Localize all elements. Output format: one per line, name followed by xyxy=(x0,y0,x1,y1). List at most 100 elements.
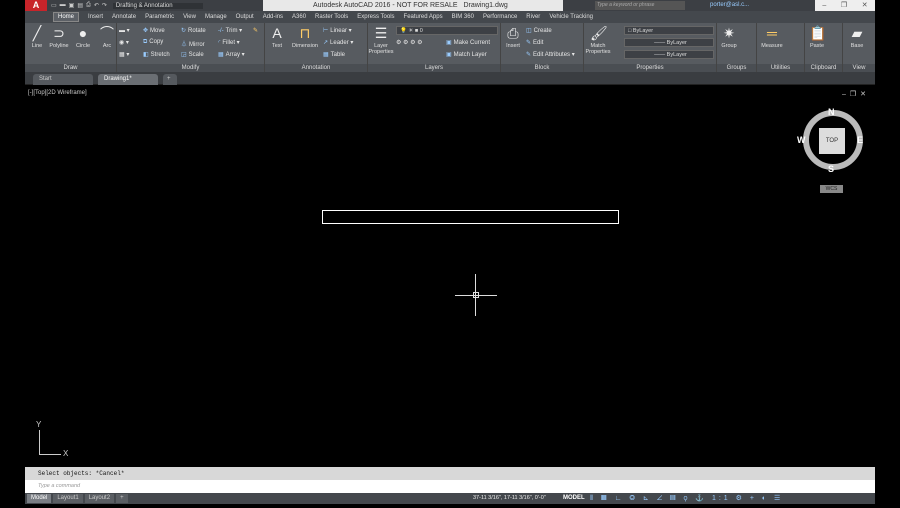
command-line[interactable]: Select objects: *Cancel* Type a command xyxy=(25,467,875,493)
new-icon[interactable]: ▭ xyxy=(51,2,57,9)
tab-vehicle-tracking[interactable]: Vehicle Tracking xyxy=(549,14,593,20)
layer-tools-row[interactable]: ⚙ ⚙ ⚙ ⚙ xyxy=(396,39,423,46)
fillet-button[interactable]: ◜ Fillet ▾ xyxy=(218,39,240,46)
drawn-rectangle[interactable] xyxy=(322,210,619,224)
trim-button[interactable]: -/- Trim ▾ xyxy=(218,27,242,34)
search-input[interactable]: Type a keyword or phrase xyxy=(595,1,685,10)
close-icon[interactable]: ✕ xyxy=(862,0,868,11)
text-button[interactable]: A Text xyxy=(265,25,289,49)
draw-panel-title[interactable]: Draw xyxy=(25,64,116,72)
command-input[interactable]: Type a command xyxy=(25,480,875,493)
annotation-scale[interactable]: 1:1 xyxy=(712,495,731,502)
tab-performance[interactable]: Performance xyxy=(483,14,517,20)
edit-block-button[interactable]: ✎ Edit xyxy=(526,39,543,46)
hatch-button[interactable]: ◉ ▾ xyxy=(119,39,129,46)
tab-raster-tools[interactable]: Raster Tools xyxy=(315,14,348,20)
tab-home[interactable]: Home xyxy=(53,12,80,22)
tab-annotate[interactable]: Annotate xyxy=(112,14,136,20)
undo-icon[interactable]: ↶ xyxy=(94,2,99,9)
color-dropdown[interactable]: □ ByLayer xyxy=(624,26,714,35)
circle-button[interactable]: ● Circle xyxy=(71,25,95,49)
compass-east[interactable]: E xyxy=(857,135,863,145)
annotation-panel-title[interactable]: Annotation xyxy=(265,64,367,72)
rectangle-button[interactable]: ▬ ▾ xyxy=(119,27,130,34)
make-current-button[interactable]: ▣ Make Current xyxy=(446,39,490,46)
tab-river[interactable]: River xyxy=(526,14,540,20)
copy-button[interactable]: ⧉ Copy xyxy=(143,39,163,46)
move-button[interactable]: ✥ Move xyxy=(143,27,165,34)
compass-south[interactable]: S xyxy=(828,164,834,174)
block-panel-title[interactable]: Block xyxy=(501,64,583,72)
layout-tab-layout1[interactable]: Layout1 xyxy=(53,494,83,503)
properties-panel-title[interactable]: Properties xyxy=(584,64,716,72)
scale-button[interactable]: ◲ Scale xyxy=(181,51,204,58)
rotate-button[interactable]: ↻ Rotate xyxy=(181,27,206,34)
redo-icon[interactable]: ↷ xyxy=(102,2,107,9)
tab-bim360[interactable]: BIM 360 xyxy=(452,14,474,20)
linetype-dropdown[interactable]: —— ByLayer xyxy=(624,38,714,47)
minimize-icon[interactable]: – xyxy=(822,0,826,11)
workspace-select[interactable]: Drafting & Annotation xyxy=(112,2,203,9)
tab-manage[interactable]: Manage xyxy=(205,14,227,20)
match-layer-button[interactable]: ▣ Match Layer xyxy=(446,51,487,58)
base-button[interactable]: ▰ Base xyxy=(845,25,869,49)
insert-button[interactable]: ⎙ Insert xyxy=(501,25,525,49)
tab-featured-apps[interactable]: Featured Apps xyxy=(404,14,443,20)
erase-icon[interactable]: ✎ xyxy=(253,27,258,34)
group-button[interactable]: ✷ Group xyxy=(717,25,741,49)
add-layout-button[interactable]: + xyxy=(116,494,128,503)
viewport-controls-label[interactable]: [-][Top][2D Wireframe] xyxy=(28,90,87,96)
paste-button[interactable]: 📋 Paste xyxy=(805,25,829,49)
match-properties-button[interactable]: 🖌 Match Properties xyxy=(584,25,612,55)
viewport-window-controls[interactable]: –❐✕ xyxy=(842,90,870,98)
utilities-panel-title[interactable]: Utilities xyxy=(757,64,804,72)
tab-parametric[interactable]: Parametric xyxy=(145,14,174,20)
leader-button[interactable]: ↗ Leader ▾ xyxy=(323,39,353,46)
gradient-button[interactable]: ▦ ▾ xyxy=(119,51,129,58)
file-tab-start[interactable]: Start xyxy=(33,74,93,85)
measure-button[interactable]: ═ Measure xyxy=(757,25,787,49)
compass-north[interactable]: N xyxy=(828,107,835,117)
table-button[interactable]: ▦ Table xyxy=(323,51,345,58)
tab-view[interactable]: View xyxy=(183,14,196,20)
maximize-icon[interactable]: ❐ xyxy=(841,0,847,11)
layout-tab-model[interactable]: Model xyxy=(27,494,52,503)
print-icon[interactable]: ⎙ xyxy=(86,2,91,9)
new-tab-button[interactable]: + xyxy=(163,74,177,85)
view-panel-title[interactable]: View xyxy=(843,64,875,72)
file-tab-drawing1[interactable]: Drawing1* xyxy=(98,74,158,85)
save-icon[interactable]: ▣ xyxy=(69,2,75,9)
lineweight-dropdown[interactable]: —— ByLayer xyxy=(624,50,714,59)
save-as-icon[interactable]: ▤ xyxy=(77,2,83,9)
mirror-button[interactable]: ⏃ Mirror xyxy=(181,39,205,48)
tab-output[interactable]: Output xyxy=(236,14,254,20)
application-menu-button[interactable]: A xyxy=(25,0,47,11)
compass-west[interactable]: W xyxy=(797,135,806,145)
groups-panel-title[interactable]: Groups xyxy=(717,64,756,72)
dimension-button[interactable]: ⊓ Dimension xyxy=(289,25,321,49)
arc-button[interactable]: ⌒ Arc xyxy=(95,25,119,49)
viewcube-top[interactable]: TOP xyxy=(819,128,845,154)
polyline-button[interactable]: ⊃ Polyline xyxy=(47,25,71,49)
clipboard-panel-title[interactable]: Clipboard xyxy=(805,64,842,72)
layer-properties-button[interactable]: ☰ Layer Properties xyxy=(368,25,394,55)
tab-add-ins[interactable]: Add-ins xyxy=(263,14,283,20)
tab-a360[interactable]: A360 xyxy=(292,14,306,20)
linear-button[interactable]: ⊢ Linear ▾ xyxy=(323,27,352,34)
model-space-toggle[interactable]: MODEL xyxy=(563,493,585,504)
tab-insert[interactable]: Insert xyxy=(88,14,103,20)
layers-panel-title[interactable]: Layers xyxy=(368,64,500,72)
array-button[interactable]: ▦ Array ▾ xyxy=(218,51,245,58)
line-button[interactable]: ╱ Line xyxy=(25,25,49,49)
coordinates-readout[interactable]: 37-11 3/16", 17-11 3/16", 0'-0" xyxy=(473,493,546,504)
stretch-button[interactable]: ◧ Stretch xyxy=(143,51,170,58)
modify-panel-title[interactable]: Modify xyxy=(117,64,264,72)
user-signin[interactable]: porter@asl.c... xyxy=(710,0,749,11)
drafting-settings-icons[interactable]: ⦀ ▦ ∟ ◎ ⊾ ∠ ▤ ⚲ ⚓ 1:1 ⚙ + ◐ ☰ xyxy=(590,493,783,504)
create-block-button[interactable]: ◫ Create xyxy=(526,27,552,34)
layout-tab-layout2[interactable]: Layout2 xyxy=(84,494,115,503)
layer-dropdown[interactable]: 💡 ☀ ■ 0 xyxy=(396,26,498,35)
open-icon[interactable]: ▬ xyxy=(60,2,66,9)
tab-express-tools[interactable]: Express Tools xyxy=(357,14,394,20)
ucs-menu[interactable]: WCS xyxy=(820,185,843,193)
